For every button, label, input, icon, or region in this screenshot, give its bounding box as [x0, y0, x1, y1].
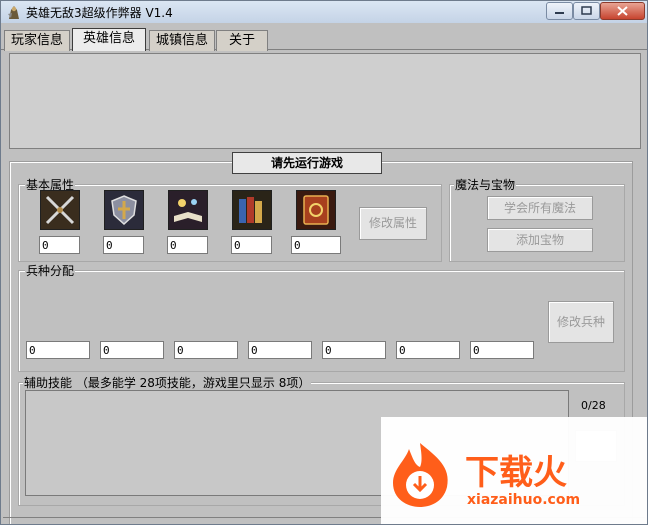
knowledge-books-icon — [232, 190, 272, 230]
troop-slot-6-input[interactable]: 0 — [396, 341, 460, 359]
flame-download-logo-icon — [393, 443, 448, 507]
minimize-button[interactable] — [546, 2, 573, 20]
minimize-icon — [555, 12, 564, 14]
troop-slot-4-input[interactable]: 0 — [248, 341, 312, 359]
title-bar[interactable]: 英雄无敌3超级作弊器 V1.4 — [1, 1, 647, 23]
main-window: 英雄无敌3超级作弊器 V1.4 玩家信息 英雄信息 城镇信息 关于 请先运行游戏… — [0, 0, 648, 525]
spell-power-value-input[interactable]: 0 — [167, 236, 208, 254]
spell-power-book-icon — [168, 190, 208, 230]
hero-list-panel[interactable] — [9, 53, 641, 149]
maximize-icon — [581, 6, 592, 15]
run-game-status: 请先运行游戏 — [232, 152, 382, 174]
learn-all-spells-button[interactable]: 学会所有魔法 — [487, 196, 593, 220]
attack-value-input[interactable]: 0 — [39, 236, 80, 254]
defense-value-input[interactable]: 0 — [103, 236, 144, 254]
close-icon — [617, 6, 628, 16]
troops-label: 兵种分配 — [25, 262, 76, 279]
watermark-url: xiazaihuo.com — [467, 492, 581, 508]
knowledge-value-input[interactable]: 0 — [231, 236, 272, 254]
tab-hero-info[interactable]: 英雄信息 — [72, 28, 146, 51]
troop-slot-2-input[interactable]: 0 — [100, 341, 164, 359]
tab-town-info[interactable]: 城镇信息 — [149, 30, 215, 51]
knight-app-icon — [8, 6, 19, 19]
modify-attributes-button[interactable]: 修改属性 — [359, 207, 427, 240]
troop-slot-7-input[interactable]: 0 — [470, 341, 534, 359]
defense-shield-icon — [104, 190, 144, 230]
attack-swords-icon — [40, 190, 80, 230]
skills-label: 辅助技能 （最多能学 28项技能，游戏里只显示 8项） — [23, 374, 312, 391]
window-title: 英雄无敌3超级作弊器 V1.4 — [26, 6, 173, 20]
troop-slot-1-input[interactable]: 0 — [26, 341, 90, 359]
add-treasure-button[interactable]: 添加宝物 — [487, 228, 593, 252]
spellbook-icon — [296, 190, 336, 230]
spellbook-value-input[interactable]: 0 — [291, 236, 341, 254]
skills-counter: 0/28 — [581, 399, 606, 412]
tab-player-info[interactable]: 玩家信息 — [4, 30, 70, 51]
close-button[interactable] — [600, 2, 645, 20]
tab-about[interactable]: 关于 — [216, 30, 268, 51]
troop-slot-3-input[interactable]: 0 — [174, 341, 238, 359]
watermark-brand: 下载火 — [465, 453, 567, 493]
magic-treasure-label: 魔法与宝物 — [454, 176, 517, 193]
maximize-button[interactable] — [573, 2, 600, 20]
troop-slot-5-input[interactable]: 0 — [322, 341, 386, 359]
modify-troops-button[interactable]: 修改兵种 — [548, 301, 614, 343]
